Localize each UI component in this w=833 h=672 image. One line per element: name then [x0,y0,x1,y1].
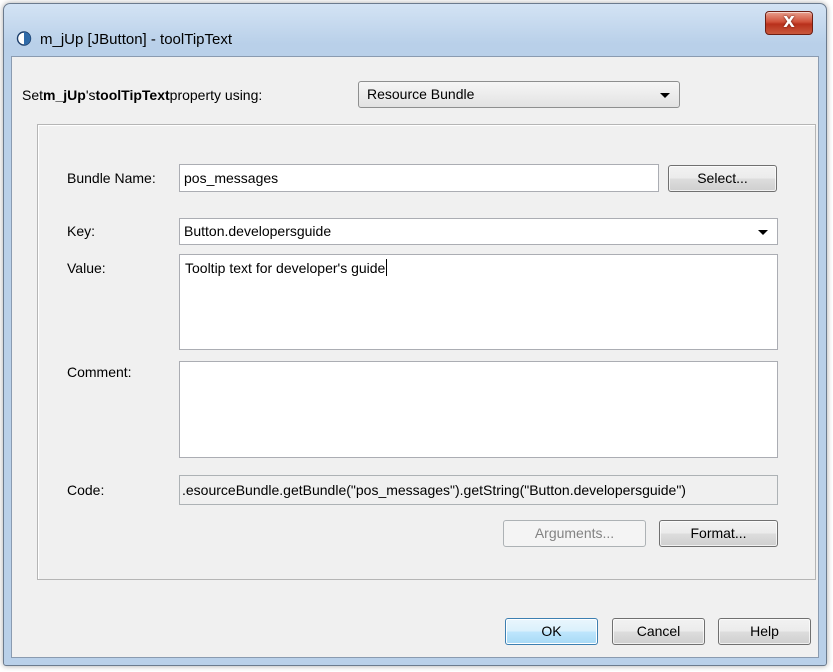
select-bundle-button[interactable]: Select... [668,165,777,192]
chevron-down-icon [660,93,670,98]
comment-textarea[interactable] [179,361,778,458]
component-name: m_jUp [43,87,86,103]
property-mode-value: Resource Bundle [367,86,475,102]
dialog-window: m_jUp [JButton] - toolTipText X Set m_jU… [3,3,827,666]
code-label: Code: [67,482,105,498]
key-label: Key: [67,223,96,239]
property-mode-row: Set m_jUp 's toolTipText property using: [22,81,262,109]
bundle-name-label: Bundle Name: [67,170,156,186]
code-field[interactable]: .esourceBundle.getBundle("pos_messages")… [179,475,778,505]
prefix-text: Set [22,87,44,103]
chevron-down-icon [758,230,768,235]
resource-bundle-panel [37,124,816,580]
close-icon: X [783,13,795,31]
cancel-button[interactable]: Cancel [612,618,705,645]
value-text: Tooltip text for developer's guide [185,260,386,276]
property-name: toolTipText [95,87,170,103]
app-icon [16,31,32,46]
text-caret [386,259,388,276]
bundle-name-value: pos_messages [184,170,279,186]
value-textarea[interactable]: Tooltip text for developer's guide [179,254,778,350]
key-value: Button.developersguide [184,223,332,239]
close-button[interactable]: X [765,11,813,35]
title-bar[interactable]: m_jUp [JButton] - toolTipText X [4,4,826,56]
ok-button[interactable]: OK [505,618,598,645]
dialog-content: Set m_jUp 's toolTipText property using:… [11,56,819,658]
window-title: m_jUp [JButton] - toolTipText [40,31,233,48]
arguments-button[interactable]: Arguments... [503,520,646,547]
code-value: .esourceBundle.getBundle("pos_messages")… [182,482,686,498]
property-mode-select[interactable]: Resource Bundle [358,81,680,108]
key-select[interactable]: Button.developersguide [179,218,778,245]
bundle-name-field[interactable]: pos_messages [179,164,659,192]
suffix-text: property using: [169,87,263,103]
value-label: Value: [67,260,106,276]
format-button[interactable]: Format... [659,520,778,547]
comment-label: Comment: [67,364,132,380]
help-button[interactable]: Help [718,618,811,645]
possessive-text: 's [85,87,96,103]
